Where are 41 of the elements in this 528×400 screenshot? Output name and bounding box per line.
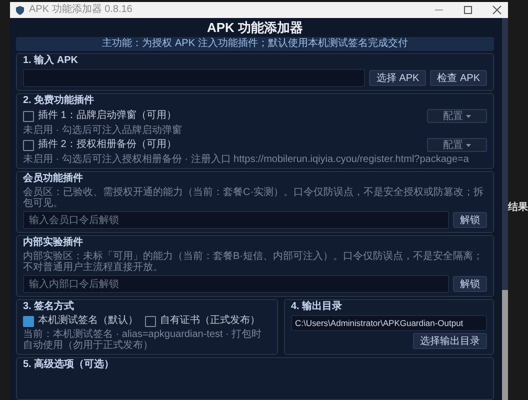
- section-title: 内部实验插件: [23, 237, 83, 249]
- plugin-hint: 未启用 · 勾选后可注入品牌启动弹窗: [23, 125, 183, 136]
- plugin-checkbox[interactable]: [23, 140, 34, 150]
- apk-path-field[interactable]: [23, 69, 366, 87]
- option-checkbox[interactable]: [145, 316, 156, 326]
- section-title: 1. 输入 APK: [23, 55, 78, 67]
- choose-folder-button[interactable]: 选择输出目录: [413, 333, 487, 349]
- background-text: 结果: [508, 200, 528, 214]
- plugin-hint: 未启用 · 勾选后可注入授权相册备份 · 注册入口 https://mobilerun.iqiyia.cyou/register.html?package=a: [23, 154, 470, 165]
- plugin-checkbox[interactable]: [23, 110, 34, 122]
- passcode-field[interactable]: 输入内部口令后解锁: [23, 275, 449, 293]
- action-button[interactable]: 检查 APK: [430, 70, 487, 86]
- option-checkbox[interactable]: [23, 316, 34, 326]
- section-title: 2. 免费功能插件: [23, 95, 94, 107]
- passcode-field[interactable]: 输入会员口令后解锁: [23, 211, 449, 229]
- section-title: 3. 签名方式: [23, 301, 74, 313]
- shield-icon: [16, 6, 24, 14]
- close-icon[interactable]: [492, 5, 502, 15]
- plugin-label: 插件 2：授权相册备份（可用）: [38, 139, 178, 151]
- info-banner: 主功能：为授权 APK 注入功能插件；默认使用本机测试签名完成交付: [16, 37, 494, 51]
- output-path-field[interactable]: C:\Users\Administrator\APKGuardian-Output: [291, 315, 487, 331]
- unlock-button[interactable]: 解锁: [453, 276, 487, 292]
- option-label: 本机测试签名（默认）: [38, 315, 138, 327]
- unlock-button[interactable]: 解锁: [453, 212, 487, 228]
- section-title: 4. 输出目录: [291, 301, 342, 313]
- scroll-bar[interactable]: [502, 18, 508, 400]
- section-title: 5. 高级选项（可选）: [23, 359, 114, 371]
- section-title: 会员功能插件: [23, 173, 83, 185]
- window-title: APK 功能添加器 0.8.16: [29, 4, 134, 16]
- section-note: 会员区：已验收、需授权开通的能力（当前：套餐C·实测）。口令仅防误点，不是安全授权或防篡改；拆包可见。: [23, 187, 485, 209]
- app-heading: APK 功能添加器: [206, 20, 304, 35]
- caret-icon: [466, 144, 471, 146]
- action-button[interactable]: 选择 APK: [369, 70, 426, 86]
- signing-note: 当前：本机测试签名 · alias=apkguardian-test · 打包时自动使用（勿用于正式发布）: [23, 329, 263, 351]
- config-button[interactable]: 配置: [427, 138, 487, 152]
- plugin-label: 插件 1：品牌启动弹窗（可用）: [38, 110, 178, 122]
- caret-icon: [466, 114, 471, 118]
- section-note: 内部实验区：未标「可用」的能力（当前：套餐B·短信、内部可注入）。口令仅防误点，不是安全隔离；不对普通用户主流程直接开放。: [23, 251, 484, 273]
- option-label: 自有证书（正式发布）: [160, 315, 260, 327]
- config-button[interactable]: 配置: [427, 109, 487, 123]
- maximize-icon[interactable]: [463, 5, 473, 15]
